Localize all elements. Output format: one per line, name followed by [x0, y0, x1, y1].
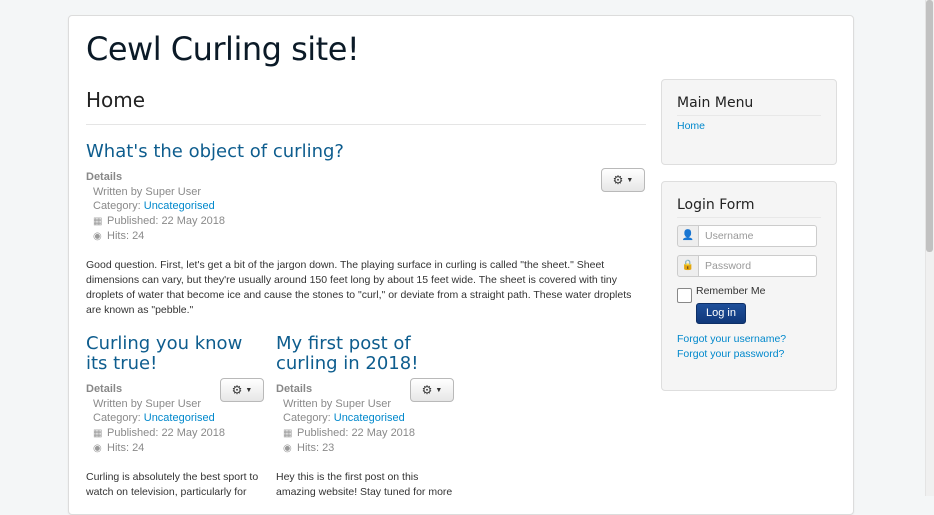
- category-prefix: Category:: [283, 412, 334, 425]
- article-tools-button[interactable]: ⚙ ▼: [410, 378, 454, 402]
- calendar-icon: ▦: [283, 427, 293, 439]
- password-row: 🔒: [677, 255, 817, 277]
- details-label: Details: [86, 171, 123, 183]
- article-item: My first post of curling in 2018! Detail…: [276, 334, 454, 500]
- details-published: ▦ Published: 22 May 2018: [86, 426, 264, 442]
- article-intro: Hey this is the first post on this amazi…: [276, 470, 453, 498]
- category-prefix: Category:: [93, 412, 144, 425]
- hits-prefix: Hits:: [107, 442, 133, 455]
- login-module: Login Form 👤 🔒 Remember Me Log in Forgot…: [661, 181, 837, 391]
- published-date: 22 May 2018: [161, 426, 226, 439]
- category-link[interactable]: Uncategorised: [144, 412, 215, 424]
- details-published: ▦ Published: 22 May 2018: [86, 214, 646, 230]
- article-item: Curling you know its true! Details Writt…: [86, 334, 264, 500]
- details-hits: ◉ Hits: 24: [86, 229, 646, 245]
- article-title: Curling you know its true!: [86, 334, 264, 374]
- details-category: Category: Uncategorised: [276, 411, 454, 426]
- forgot-password-link[interactable]: Forgot your password?: [677, 348, 784, 360]
- calendar-icon: ▦: [93, 215, 103, 227]
- details-hits: ◉ Hits: 24: [86, 441, 264, 457]
- article-tools-button[interactable]: ⚙ ▼: [601, 168, 645, 192]
- password-input[interactable]: [698, 255, 817, 277]
- login-button[interactable]: Log in: [696, 303, 746, 324]
- article-tools-button[interactable]: ⚙ ▼: [220, 378, 264, 402]
- eye-icon: ◉: [283, 443, 292, 455]
- published-prefix: Published:: [297, 426, 352, 439]
- article-intro: Curling is absolutely the best sport to …: [86, 470, 259, 498]
- article-title-link[interactable]: What's the object of curling?: [86, 141, 344, 162]
- login-form-title: Login Form: [677, 197, 821, 218]
- caret-down-icon: ▼: [626, 176, 634, 184]
- published-prefix: Published:: [107, 214, 162, 227]
- hits-count: 24: [132, 230, 145, 243]
- article-title-link[interactable]: Curling you know its true!: [86, 333, 242, 374]
- category-prefix: Category:: [93, 200, 144, 213]
- main-menu-title: Main Menu: [677, 95, 821, 116]
- article-intro: Good question. First, let's get a bit of…: [86, 258, 632, 316]
- article-title: What's the object of curling?: [86, 142, 646, 162]
- hits-count: 23: [322, 442, 335, 455]
- hits-count: 24: [132, 442, 145, 455]
- published-prefix: Published:: [107, 426, 162, 439]
- details-author: Written by Super User: [93, 185, 202, 198]
- details-hits: ◉ Hits: 23: [276, 441, 454, 457]
- gear-icon: ⚙: [421, 383, 433, 397]
- article-details: Details Written by Super User Category: …: [86, 170, 646, 245]
- page-container: Cewl Curling site! Home What's the objec…: [68, 15, 854, 515]
- remember-me-checkbox[interactable]: [677, 288, 692, 303]
- category-link[interactable]: Uncategorised: [144, 200, 215, 212]
- site-title: Cewl Curling site!: [86, 30, 360, 68]
- hits-prefix: Hits:: [297, 442, 323, 455]
- username-input[interactable]: [698, 225, 817, 247]
- eye-icon: ◉: [93, 443, 102, 455]
- article-title: My first post of curling in 2018!: [276, 334, 454, 374]
- gear-icon: ⚙: [231, 383, 243, 397]
- details-category: Category: Uncategorised: [86, 199, 646, 214]
- published-date: 22 May 2018: [161, 214, 226, 227]
- category-link[interactable]: Uncategorised: [334, 412, 405, 424]
- hits-prefix: Hits:: [107, 230, 133, 243]
- remember-me-label: Remember Me: [696, 285, 766, 297]
- eye-icon: ◉: [93, 231, 102, 243]
- page-heading: Home: [86, 88, 646, 125]
- article-title-link[interactable]: My first post of curling in 2018!: [276, 333, 418, 374]
- caret-down-icon: ▼: [245, 386, 253, 394]
- gear-icon: ⚙: [612, 173, 624, 187]
- caret-down-icon: ▼: [435, 386, 443, 394]
- user-icon: 👤: [677, 225, 699, 247]
- username-row: 👤: [677, 225, 817, 247]
- calendar-icon: ▦: [93, 427, 103, 439]
- published-date: 22 May 2018: [351, 426, 416, 439]
- forgot-username-link[interactable]: Forgot your username?: [677, 333, 786, 345]
- details-published: ▦ Published: 22 May 2018: [276, 426, 454, 442]
- main-menu-module: Main Menu Home: [661, 79, 837, 165]
- lock-icon: 🔒: [677, 255, 699, 277]
- main-menu-item-home[interactable]: Home: [677, 120, 705, 132]
- details-category: Category: Uncategorised: [86, 411, 264, 426]
- scrollbar-thumb[interactable]: [926, 0, 933, 252]
- article-leading: What's the object of curling? Details Wr…: [86, 142, 646, 318]
